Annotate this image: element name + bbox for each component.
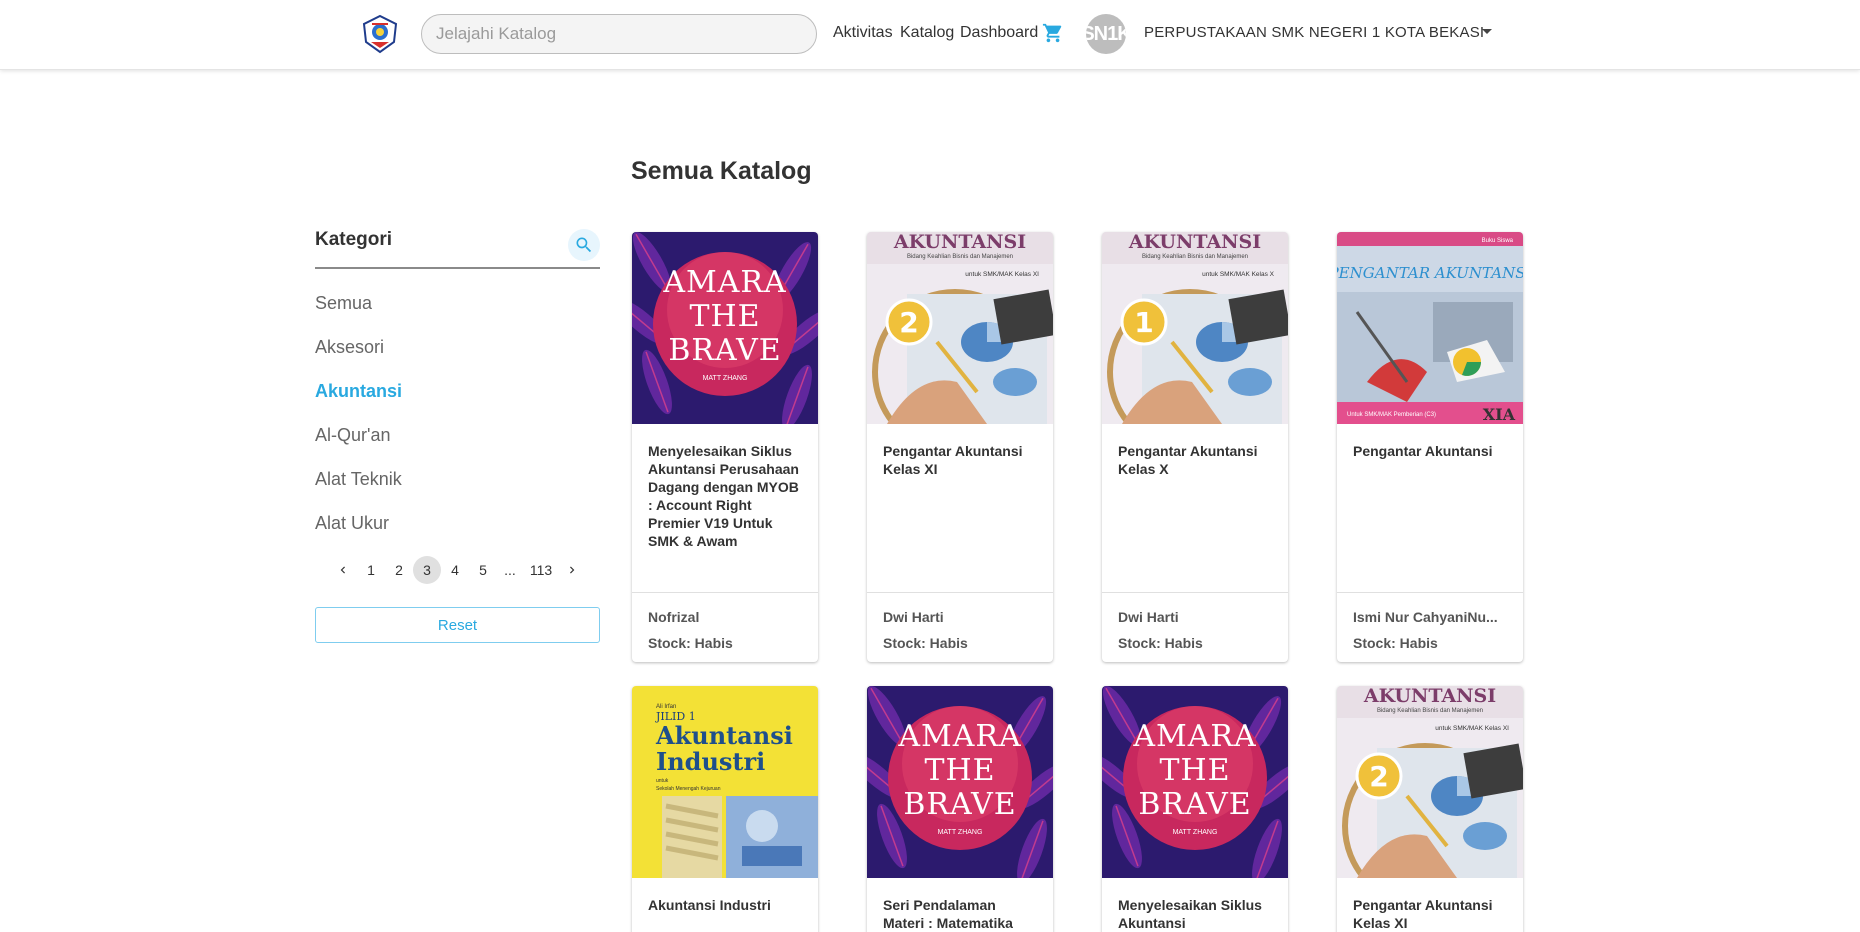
book-author: Ismi Nur CahyaniNu... [1353,609,1498,625]
category-heading: Kategori [315,229,393,250]
book-cover: Buku Siswa PENGANTAR AKUNTANSI Untuk SMK… [1337,232,1523,424]
search-icon [576,237,592,253]
caret-down-icon[interactable] [1482,29,1492,34]
book-cover: AMARA THE BRAVE MATT ZHANG [1102,686,1288,878]
book-card[interactable]: Buku Siswa PENGANTAR AKUNTANSI Untuk SMK… [1337,232,1523,662]
account-name[interactable]: PERPUSTAKAAN SMK NEGERI 1 KOTA BEKASI [1144,24,1484,41]
book-cover: AKUNTANSI Bidang Keahlian Bisnis dan Man… [867,232,1053,424]
book-stock: Stock: Habis [883,635,968,651]
svg-text:THE: THE [1159,753,1230,788]
svg-text:MATT ZHANG: MATT ZHANG [703,375,748,382]
book-cover: AKUNTANSI Bidang Keahlian Bisnis dan Man… [1337,686,1523,878]
cart-icon[interactable] [1042,22,1064,44]
chevron-right-icon[interactable] [565,563,579,577]
card-divider [1337,592,1523,593]
nav-katalog[interactable]: Katalog [900,24,954,42]
svg-text:THE: THE [689,299,760,334]
svg-text:AKUNTANSI: AKUNTANSI [1363,686,1496,707]
card-divider [1102,592,1288,593]
book-title: Akuntansi Industri [648,897,771,913]
page-3-current[interactable]: 3 [413,556,441,584]
svg-text:Untuk SMK/MAK Pemberian (C3): Untuk SMK/MAK Pemberian (C3) [1347,412,1436,418]
svg-text:AMARA: AMARA [662,265,786,300]
book-title: Menyelesaikan Siklus Akuntansi Perusahaa… [648,443,799,549]
category-al-quran[interactable]: Al-Qur'an [315,425,390,446]
page-ellipsis: ... [504,562,516,578]
svg-text:AKUNTANSI: AKUNTANSI [1128,232,1261,253]
svg-text:BRAVE: BRAVE [668,333,781,368]
card-divider [867,592,1053,593]
svg-text:THE: THE [924,753,995,788]
svg-text:2: 2 [899,306,918,339]
book-card[interactable]: AKUNTANSI Bidang Keahlian Bisnis dan Man… [1102,232,1288,662]
svg-text:untuk SMK/MAK Kelas XI: untuk SMK/MAK Kelas XI [965,271,1039,278]
svg-text:untuk: untuk [656,778,669,784]
svg-text:AMARA: AMARA [897,719,1021,754]
chevron-left-icon[interactable] [336,563,350,577]
page-113[interactable]: 113 [527,556,555,584]
book-cover: AMARA THE BRAVE MATT ZHANG [867,686,1053,878]
svg-text:Bidang Keahlian Bisnis dan Man: Bidang Keahlian Bisnis dan Manajemen [1142,254,1248,260]
book-cover: Ali Irfan JILID 1 Akuntansi Industri unt… [632,686,818,878]
catalog-search-input[interactable] [421,14,817,54]
category-alat-ukur[interactable]: Alat Ukur [315,513,389,534]
book-title: Pengantar Akuntansi Kelas XI [883,443,1023,477]
page-2[interactable]: 2 [392,556,406,584]
book-card[interactable]: AMARA THE BRAVE MATT ZHANG Menyelesaikan… [1102,686,1288,932]
svg-text:MATT ZHANG: MATT ZHANG [1173,829,1218,836]
svg-text:Bidang Keahlian Bisnis dan Man: Bidang Keahlian Bisnis dan Manajemen [907,254,1013,260]
category-alat-teknik[interactable]: Alat Teknik [315,469,402,490]
book-title: Pengantar Akuntansi Kelas X [1118,443,1258,477]
page-title: Semua Katalog [631,157,812,185]
svg-text:Bidang Keahlian Bisnis dan Man: Bidang Keahlian Bisnis dan Manajemen [1377,708,1483,714]
book-card[interactable]: AMARA THE BRAVE MATT ZHANG Menyelesaikan… [632,232,818,662]
svg-text:Buku Siswa: Buku Siswa [1482,238,1514,244]
svg-text:Akuntansi: Akuntansi [655,721,793,750]
page-4[interactable]: 4 [448,556,462,584]
svg-text:untuk SMK/MAK Kelas X: untuk SMK/MAK Kelas X [1202,271,1275,278]
book-author: Dwi Harti [1118,609,1179,625]
book-card[interactable]: Ali Irfan JILID 1 Akuntansi Industri unt… [632,686,818,932]
book-stock: Stock: Habis [648,635,733,651]
book-card[interactable]: AMARA THE BRAVE MATT ZHANG Seri Pendalam… [867,686,1053,932]
nav-dashboard[interactable]: Dashboard [960,24,1038,42]
page-5[interactable]: 5 [476,556,490,584]
category-divider [315,267,600,269]
book-title: Seri Pendalaman Materi : Matematika [883,897,1013,931]
category-semua[interactable]: Semua [315,293,372,314]
category-akuntansi[interactable]: Akuntansi [315,381,402,402]
category-aksesori[interactable]: Aksesori [315,337,384,358]
book-author: Nofrizal [648,609,700,625]
card-divider [632,592,818,593]
book-card[interactable]: AKUNTANSI Bidang Keahlian Bisnis dan Man… [867,232,1053,662]
category-search-button[interactable] [568,229,600,261]
svg-text:Sekolah Menengah Kejuruan: Sekolah Menengah Kejuruan [656,786,721,792]
svg-text:Industri: Industri [656,747,765,776]
svg-text:MATT ZHANG: MATT ZHANG [938,829,983,836]
reset-button[interactable]: Reset [315,607,600,643]
svg-text:BRAVE: BRAVE [903,787,1016,822]
svg-text:AKUNTANSI: AKUNTANSI [893,232,1026,253]
page-1[interactable]: 1 [364,556,378,584]
book-author: Dwi Harti [883,609,944,625]
svg-text:BRAVE: BRAVE [1138,787,1251,822]
top-header: Aktivitas Katalog Dashboard SN1K PERPUST… [0,0,1860,70]
book-title: Menyelesaikan Siklus Akuntansi [1118,897,1262,931]
nav-aktivitas[interactable]: Aktivitas [833,24,893,42]
book-card[interactable]: AKUNTANSI Bidang Keahlian Bisnis dan Man… [1337,686,1523,932]
book-stock: Stock: Habis [1118,635,1203,651]
svg-text:untuk SMK/MAK Kelas XI: untuk SMK/MAK Kelas XI [1435,725,1509,732]
book-cover: AMARA THE BRAVE MATT ZHANG [632,232,818,424]
svg-text:AMARA: AMARA [1132,719,1256,754]
user-avatar[interactable]: SN1K [1086,14,1126,54]
svg-text:XIA: XIA [1483,405,1516,424]
book-cover: AKUNTANSI Bidang Keahlian Bisnis dan Man… [1102,232,1288,424]
book-stock: Stock: Habis [1353,635,1438,651]
svg-text:1: 1 [1134,306,1153,339]
book-title: Pengantar Akuntansi Kelas XI [1353,897,1493,931]
school-logo[interactable] [360,14,400,54]
svg-text:PENGANTAR AKUNTANSI: PENGANTAR AKUNTANSI [1337,264,1523,282]
svg-text:2: 2 [1369,760,1388,793]
book-title: Pengantar Akuntansi [1353,443,1493,459]
